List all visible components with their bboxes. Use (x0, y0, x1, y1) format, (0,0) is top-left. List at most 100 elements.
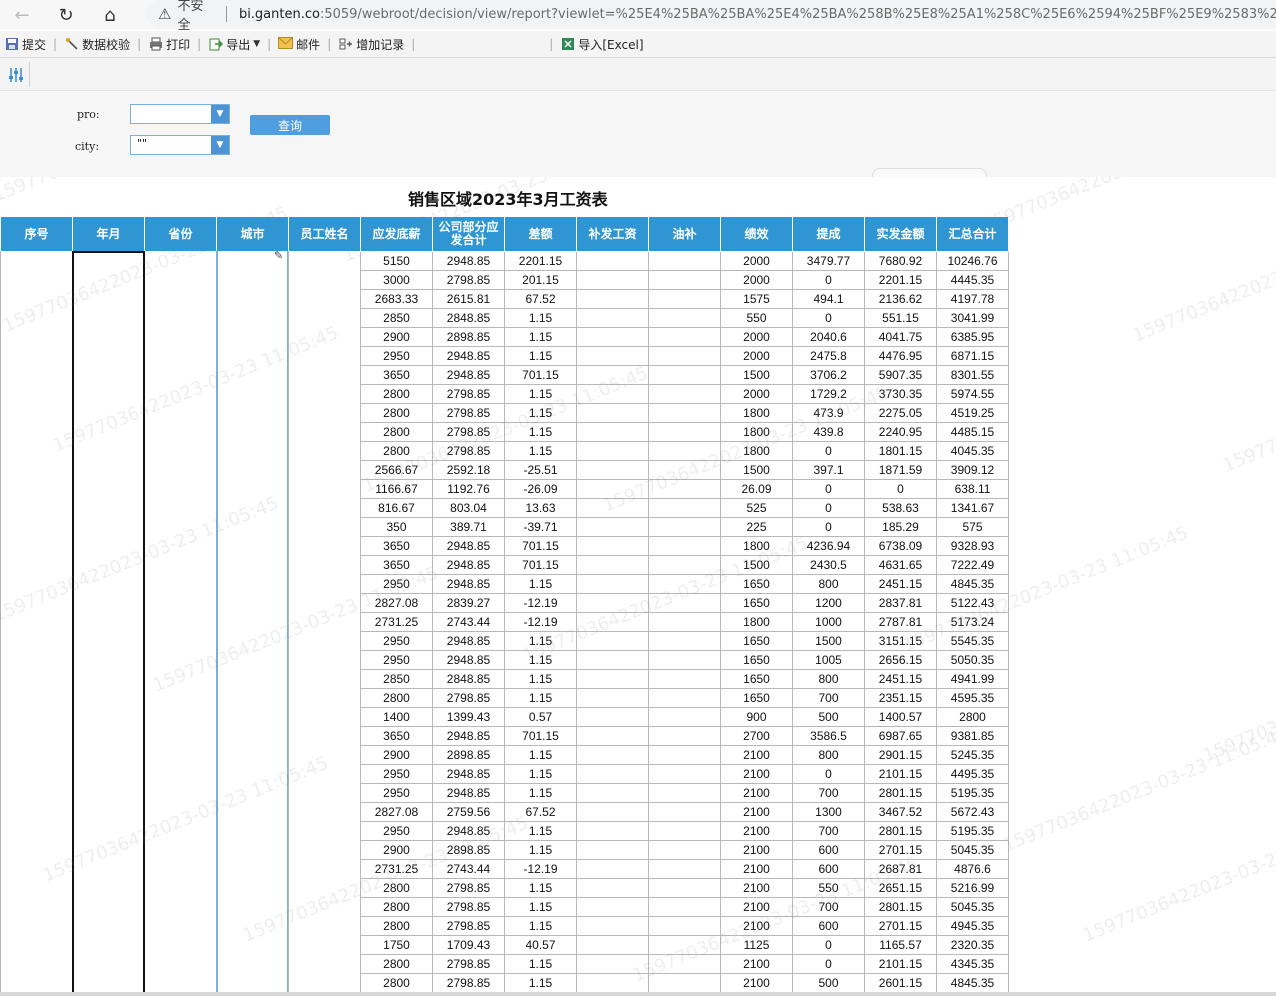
table-cell[interactable]: 1650 (720, 593, 793, 613)
table-cell[interactable]: 9328.93 (936, 536, 1009, 556)
table-cell[interactable]: 2101.15 (864, 954, 937, 974)
empty-cell[interactable] (145, 917, 217, 936)
table-cell[interactable]: 1125 (720, 935, 793, 955)
table-cell[interactable]: 1650 (720, 631, 793, 651)
table-cell[interactable] (648, 669, 721, 689)
empty-cell[interactable] (289, 328, 361, 347)
table-cell[interactable]: 3650 (360, 726, 433, 746)
table-cell[interactable]: 67.52 (504, 289, 577, 309)
table-cell[interactable] (576, 517, 649, 537)
table-cell[interactable]: 389.71 (432, 517, 505, 537)
empty-cell[interactable] (145, 366, 217, 385)
empty-cell[interactable] (289, 822, 361, 841)
table-cell[interactable]: 1.15 (504, 783, 577, 803)
table-cell[interactable]: 3730.35 (864, 384, 937, 404)
table-cell[interactable]: 5545.35 (936, 631, 1009, 651)
table-cell[interactable]: 2948.85 (432, 764, 505, 784)
table-cell[interactable]: 2000 (720, 346, 793, 366)
table-cell[interactable]: 2948.85 (432, 555, 505, 575)
empty-cell[interactable] (289, 442, 361, 461)
empty-cell[interactable] (289, 309, 361, 328)
table-cell[interactable]: 2100 (720, 840, 793, 860)
empty-cell[interactable] (289, 556, 361, 575)
table-cell[interactable] (648, 726, 721, 746)
table-cell[interactable] (576, 384, 649, 404)
empty-cell[interactable] (1, 689, 73, 708)
table-cell[interactable] (576, 802, 649, 822)
table-cell[interactable]: 2000 (720, 327, 793, 347)
selected-column-year-month[interactable] (72, 251, 145, 996)
table-cell[interactable]: 2430.5 (792, 555, 865, 575)
table-cell[interactable] (576, 726, 649, 746)
table-cell[interactable]: 0.57 (504, 707, 577, 727)
table-cell[interactable]: 4476.95 (864, 346, 937, 366)
table-cell[interactable]: 1.15 (504, 840, 577, 860)
table-cell[interactable] (648, 384, 721, 404)
table-cell[interactable]: -39.71 (504, 517, 577, 537)
empty-cell[interactable] (145, 575, 217, 594)
table-cell[interactable]: 2800 (936, 707, 1009, 727)
table-cell[interactable]: 2798.85 (432, 270, 505, 290)
table-cell[interactable]: 900 (720, 707, 793, 727)
empty-cell[interactable] (289, 784, 361, 803)
table-cell[interactable]: 1400.57 (864, 707, 937, 727)
table-cell[interactable] (648, 764, 721, 784)
table-cell[interactable]: 1399.43 (432, 707, 505, 727)
import-excel-button[interactable]: 导入[Excel] (556, 33, 647, 55)
table-cell[interactable] (648, 973, 721, 993)
table-cell[interactable]: 2801.15 (864, 821, 937, 841)
table-cell[interactable]: 2801.15 (864, 897, 937, 917)
empty-cell[interactable] (289, 765, 361, 784)
table-cell[interactable] (648, 517, 721, 537)
table-cell[interactable]: 2743.44 (432, 612, 505, 632)
table-cell[interactable] (648, 802, 721, 822)
empty-cell[interactable] (289, 404, 361, 423)
table-cell[interactable]: 2201.15 (504, 251, 577, 271)
table-cell[interactable] (576, 878, 649, 898)
table-cell[interactable] (648, 270, 721, 290)
table-cell[interactable]: 1000 (792, 612, 865, 632)
table-cell[interactable]: 1166.67 (360, 479, 433, 499)
table-cell[interactable]: 1729.2 (792, 384, 865, 404)
table-cell[interactable] (576, 935, 649, 955)
table-cell[interactable]: 3151.15 (864, 631, 937, 651)
table-cell[interactable]: 3650 (360, 365, 433, 385)
empty-cell[interactable] (145, 499, 217, 518)
table-cell[interactable]: 494.1 (792, 289, 865, 309)
empty-cell[interactable] (1, 461, 73, 480)
table-cell[interactable]: 3467.52 (864, 802, 937, 822)
empty-cell[interactable] (145, 556, 217, 575)
table-cell[interactable]: 1.15 (504, 821, 577, 841)
table-cell[interactable] (576, 612, 649, 632)
pro-combo[interactable]: ▼ (130, 104, 230, 124)
table-cell[interactable] (576, 441, 649, 461)
table-cell[interactable]: 0 (792, 935, 865, 955)
empty-cell[interactable] (145, 803, 217, 822)
table-cell[interactable]: 2800 (360, 916, 433, 936)
table-cell[interactable]: 5672.43 (936, 802, 1009, 822)
table-cell[interactable] (576, 840, 649, 860)
table-cell[interactable]: -12.19 (504, 593, 577, 613)
table-cell[interactable] (648, 688, 721, 708)
table-cell[interactable]: 1.15 (504, 441, 577, 461)
table-cell[interactable]: 2827.08 (360, 593, 433, 613)
table-cell[interactable]: 0 (792, 308, 865, 328)
table-cell[interactable]: 5173.24 (936, 612, 1009, 632)
empty-cell[interactable] (1, 613, 73, 632)
table-cell[interactable]: 0 (792, 498, 865, 518)
table-cell[interactable]: 6738.09 (864, 536, 937, 556)
table-cell[interactable] (576, 289, 649, 309)
empty-cell[interactable] (1, 670, 73, 689)
table-cell[interactable]: 26.09 (720, 479, 793, 499)
empty-cell[interactable] (289, 252, 361, 271)
empty-cell[interactable] (1, 366, 73, 385)
table-cell[interactable] (576, 270, 649, 290)
empty-cell[interactable] (145, 955, 217, 974)
empty-cell[interactable] (145, 328, 217, 347)
table-cell[interactable]: 5122.43 (936, 593, 1009, 613)
empty-cell[interactable] (145, 708, 217, 727)
table-cell[interactable]: 2800 (360, 441, 433, 461)
table-cell[interactable]: 3586.5 (792, 726, 865, 746)
warning-triangle-icon[interactable]: ⚠ (158, 5, 171, 23)
table-cell[interactable] (576, 327, 649, 347)
